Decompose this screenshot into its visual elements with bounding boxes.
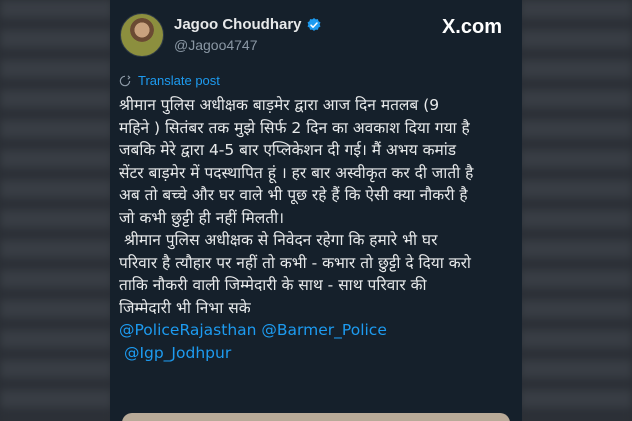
- body-line: जिम्मेदारी भी निभा सके: [119, 298, 251, 317]
- body-line: श्रीमान पुलिस अधीक्षक बाड़मेर द्वारा आज …: [119, 96, 440, 114]
- author-name-text: Jagoo Choudhary: [174, 16, 302, 33]
- mention-line: @PoliceRajasthan @Barmer_Police: [119, 319, 517, 342]
- body-line: सेंटर बाड़मेर में पदस्थापित हूं । हर बार…: [119, 163, 474, 182]
- translate-icon: [119, 74, 131, 86]
- attached-media[interactable]: [122, 413, 510, 421]
- tweet-card: Jagoo Choudhary @Jagoo4747 X.com Transla…: [110, 0, 522, 421]
- body-line: श्रीमान पुलिस अधीक्षक से निवेदन रहेगा कि…: [119, 231, 438, 249]
- blurred-background-left: [0, 0, 112, 421]
- mention-line: @Igp_Jodhpur: [119, 342, 517, 365]
- avatar[interactable]: [120, 13, 164, 57]
- mention-link[interactable]: @Igp_Jodhpur: [124, 344, 231, 362]
- x-logo: X.com: [441, 16, 502, 38]
- body-line: जो कभी छुट्टी ही नहीं मिलती।: [119, 208, 285, 227]
- body-line: महिने ) सितंबर तक मुझे सिर्फ 2 दिन का अव…: [119, 118, 470, 137]
- mention-link[interactable]: @Barmer_Police: [261, 321, 386, 339]
- author-handle[interactable]: @Jagoo4747: [174, 37, 258, 53]
- mention-link[interactable]: @PoliceRajasthan: [119, 321, 256, 339]
- body-line: जबकि मेरे द्वारा 4-5 बार एप्लिकेशन दी गई…: [119, 141, 457, 159]
- tweet-body: श्रीमान पुलिस अधीक्षक बाड़मेर द्वारा आज …: [119, 94, 517, 364]
- translate-post-link[interactable]: Translate post: [118, 73, 220, 88]
- translate-label: Translate post: [138, 73, 220, 88]
- blurred-background-right: [520, 0, 632, 421]
- body-line: अब तो बच्चे और घर वाले भी पूछ रहे हैं कि…: [119, 186, 468, 204]
- body-line: परिवार है त्यौहार पर नहीं तो कभी - कभार …: [119, 253, 471, 272]
- author-name[interactable]: Jagoo Choudhary: [174, 16, 322, 33]
- body-line: ताकि नौकरी वाली जिम्मेदारी के साथ - साथ …: [119, 276, 427, 294]
- verified-badge-icon: [307, 17, 320, 31]
